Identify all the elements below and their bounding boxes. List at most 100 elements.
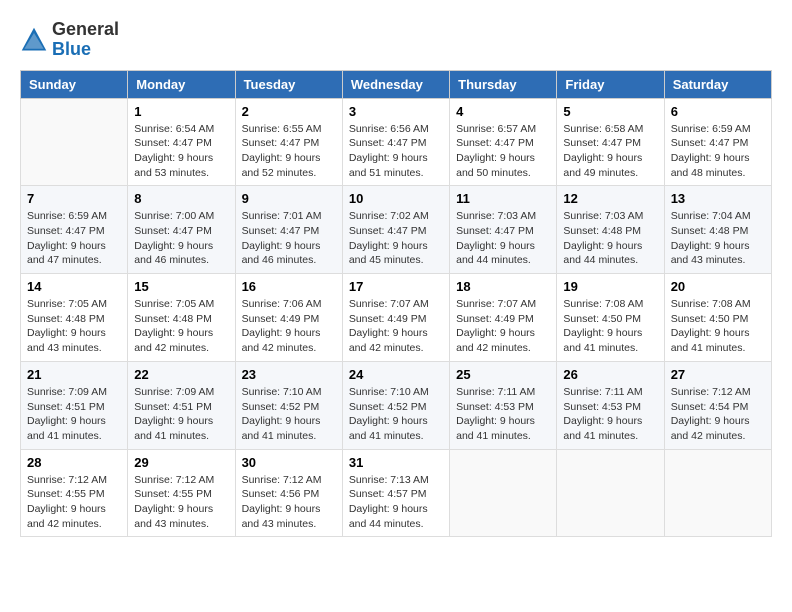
day-info: Sunrise: 7:10 AM Sunset: 4:52 PM Dayligh… xyxy=(349,385,443,444)
day-info: Sunrise: 7:07 AM Sunset: 4:49 PM Dayligh… xyxy=(456,297,550,356)
sunset-text: Sunset: 4:49 PM xyxy=(242,312,336,327)
day-number: 25 xyxy=(456,367,550,382)
calendar-week-5: 28 Sunrise: 7:12 AM Sunset: 4:55 PM Dayl… xyxy=(21,449,772,537)
sunrise-text: Sunrise: 6:58 AM xyxy=(563,122,657,137)
daylight-text: Daylight: 9 hours and 46 minutes. xyxy=(242,239,336,268)
sunset-text: Sunset: 4:50 PM xyxy=(563,312,657,327)
sunset-text: Sunset: 4:53 PM xyxy=(456,400,550,415)
sunset-text: Sunset: 4:51 PM xyxy=(27,400,121,415)
sunrise-text: Sunrise: 7:11 AM xyxy=(456,385,550,400)
sunrise-text: Sunrise: 7:09 AM xyxy=(27,385,121,400)
day-info: Sunrise: 7:05 AM Sunset: 4:48 PM Dayligh… xyxy=(27,297,121,356)
calendar-cell: 7 Sunrise: 6:59 AM Sunset: 4:47 PM Dayli… xyxy=(21,186,128,274)
sunrise-text: Sunrise: 7:00 AM xyxy=(134,209,228,224)
sunset-text: Sunset: 4:50 PM xyxy=(671,312,765,327)
sunset-text: Sunset: 4:51 PM xyxy=(134,400,228,415)
day-info: Sunrise: 6:56 AM Sunset: 4:47 PM Dayligh… xyxy=(349,122,443,181)
day-number: 11 xyxy=(456,191,550,206)
calendar-cell: 18 Sunrise: 7:07 AM Sunset: 4:49 PM Dayl… xyxy=(450,274,557,362)
column-header-wednesday: Wednesday xyxy=(342,70,449,98)
day-number: 10 xyxy=(349,191,443,206)
calendar-cell: 20 Sunrise: 7:08 AM Sunset: 4:50 PM Dayl… xyxy=(664,274,771,362)
calendar-cell: 5 Sunrise: 6:58 AM Sunset: 4:47 PM Dayli… xyxy=(557,98,664,186)
day-info: Sunrise: 7:02 AM Sunset: 4:47 PM Dayligh… xyxy=(349,209,443,268)
sunset-text: Sunset: 4:47 PM xyxy=(563,136,657,151)
calendar-cell: 6 Sunrise: 6:59 AM Sunset: 4:47 PM Dayli… xyxy=(664,98,771,186)
sunrise-text: Sunrise: 6:56 AM xyxy=(349,122,443,137)
day-number: 14 xyxy=(27,279,121,294)
sunrise-text: Sunrise: 7:08 AM xyxy=(563,297,657,312)
day-info: Sunrise: 6:59 AM Sunset: 4:47 PM Dayligh… xyxy=(27,209,121,268)
daylight-text: Daylight: 9 hours and 53 minutes. xyxy=(134,151,228,180)
day-number: 26 xyxy=(563,367,657,382)
day-number: 9 xyxy=(242,191,336,206)
calendar-cell: 24 Sunrise: 7:10 AM Sunset: 4:52 PM Dayl… xyxy=(342,361,449,449)
day-info: Sunrise: 7:09 AM Sunset: 4:51 PM Dayligh… xyxy=(27,385,121,444)
sunset-text: Sunset: 4:48 PM xyxy=(671,224,765,239)
sunrise-text: Sunrise: 7:10 AM xyxy=(349,385,443,400)
day-info: Sunrise: 7:11 AM Sunset: 4:53 PM Dayligh… xyxy=(563,385,657,444)
calendar-cell: 14 Sunrise: 7:05 AM Sunset: 4:48 PM Dayl… xyxy=(21,274,128,362)
calendar-cell: 29 Sunrise: 7:12 AM Sunset: 4:55 PM Dayl… xyxy=(128,449,235,537)
sunrise-text: Sunrise: 7:13 AM xyxy=(349,473,443,488)
column-header-sunday: Sunday xyxy=(21,70,128,98)
day-number: 12 xyxy=(563,191,657,206)
day-number: 5 xyxy=(563,104,657,119)
calendar-cell: 19 Sunrise: 7:08 AM Sunset: 4:50 PM Dayl… xyxy=(557,274,664,362)
daylight-text: Daylight: 9 hours and 41 minutes. xyxy=(134,414,228,443)
calendar-week-4: 21 Sunrise: 7:09 AM Sunset: 4:51 PM Dayl… xyxy=(21,361,772,449)
sunset-text: Sunset: 4:53 PM xyxy=(563,400,657,415)
daylight-text: Daylight: 9 hours and 44 minutes. xyxy=(456,239,550,268)
day-info: Sunrise: 7:11 AM Sunset: 4:53 PM Dayligh… xyxy=(456,385,550,444)
day-number: 27 xyxy=(671,367,765,382)
day-info: Sunrise: 7:03 AM Sunset: 4:48 PM Dayligh… xyxy=(563,209,657,268)
daylight-text: Daylight: 9 hours and 41 minutes. xyxy=(563,414,657,443)
sunrise-text: Sunrise: 7:02 AM xyxy=(349,209,443,224)
calendar-cell: 30 Sunrise: 7:12 AM Sunset: 4:56 PM Dayl… xyxy=(235,449,342,537)
sunrise-text: Sunrise: 7:09 AM xyxy=(134,385,228,400)
sunset-text: Sunset: 4:49 PM xyxy=(456,312,550,327)
sunrise-text: Sunrise: 6:54 AM xyxy=(134,122,228,137)
daylight-text: Daylight: 9 hours and 43 minutes. xyxy=(27,326,121,355)
day-info: Sunrise: 7:01 AM Sunset: 4:47 PM Dayligh… xyxy=(242,209,336,268)
day-number: 15 xyxy=(134,279,228,294)
day-info: Sunrise: 7:12 AM Sunset: 4:55 PM Dayligh… xyxy=(134,473,228,532)
calendar-cell: 3 Sunrise: 6:56 AM Sunset: 4:47 PM Dayli… xyxy=(342,98,449,186)
column-header-saturday: Saturday xyxy=(664,70,771,98)
sunset-text: Sunset: 4:55 PM xyxy=(27,487,121,502)
sunrise-text: Sunrise: 7:01 AM xyxy=(242,209,336,224)
day-number: 7 xyxy=(27,191,121,206)
calendar-cell: 16 Sunrise: 7:06 AM Sunset: 4:49 PM Dayl… xyxy=(235,274,342,362)
sunrise-text: Sunrise: 7:05 AM xyxy=(27,297,121,312)
sunset-text: Sunset: 4:47 PM xyxy=(456,224,550,239)
calendar-cell: 1 Sunrise: 6:54 AM Sunset: 4:47 PM Dayli… xyxy=(128,98,235,186)
column-header-monday: Monday xyxy=(128,70,235,98)
day-info: Sunrise: 7:12 AM Sunset: 4:55 PM Dayligh… xyxy=(27,473,121,532)
daylight-text: Daylight: 9 hours and 42 minutes. xyxy=(349,326,443,355)
page-header: General Blue xyxy=(20,20,772,60)
sunset-text: Sunset: 4:48 PM xyxy=(563,224,657,239)
sunset-text: Sunset: 4:47 PM xyxy=(242,224,336,239)
daylight-text: Daylight: 9 hours and 41 minutes. xyxy=(349,414,443,443)
day-info: Sunrise: 7:07 AM Sunset: 4:49 PM Dayligh… xyxy=(349,297,443,356)
day-number: 1 xyxy=(134,104,228,119)
day-number: 16 xyxy=(242,279,336,294)
day-info: Sunrise: 7:00 AM Sunset: 4:47 PM Dayligh… xyxy=(134,209,228,268)
day-info: Sunrise: 7:05 AM Sunset: 4:48 PM Dayligh… xyxy=(134,297,228,356)
daylight-text: Daylight: 9 hours and 46 minutes. xyxy=(134,239,228,268)
sunrise-text: Sunrise: 7:08 AM xyxy=(671,297,765,312)
daylight-text: Daylight: 9 hours and 41 minutes. xyxy=(563,326,657,355)
daylight-text: Daylight: 9 hours and 41 minutes. xyxy=(27,414,121,443)
day-number: 4 xyxy=(456,104,550,119)
calendar-cell: 21 Sunrise: 7:09 AM Sunset: 4:51 PM Dayl… xyxy=(21,361,128,449)
day-number: 8 xyxy=(134,191,228,206)
logo-text: General Blue xyxy=(52,20,119,60)
sunset-text: Sunset: 4:57 PM xyxy=(349,487,443,502)
sunrise-text: Sunrise: 7:12 AM xyxy=(27,473,121,488)
calendar-cell: 25 Sunrise: 7:11 AM Sunset: 4:53 PM Dayl… xyxy=(450,361,557,449)
sunset-text: Sunset: 4:52 PM xyxy=(242,400,336,415)
logo-icon xyxy=(20,26,48,54)
calendar-cell: 13 Sunrise: 7:04 AM Sunset: 4:48 PM Dayl… xyxy=(664,186,771,274)
day-number: 29 xyxy=(134,455,228,470)
daylight-text: Daylight: 9 hours and 47 minutes. xyxy=(27,239,121,268)
